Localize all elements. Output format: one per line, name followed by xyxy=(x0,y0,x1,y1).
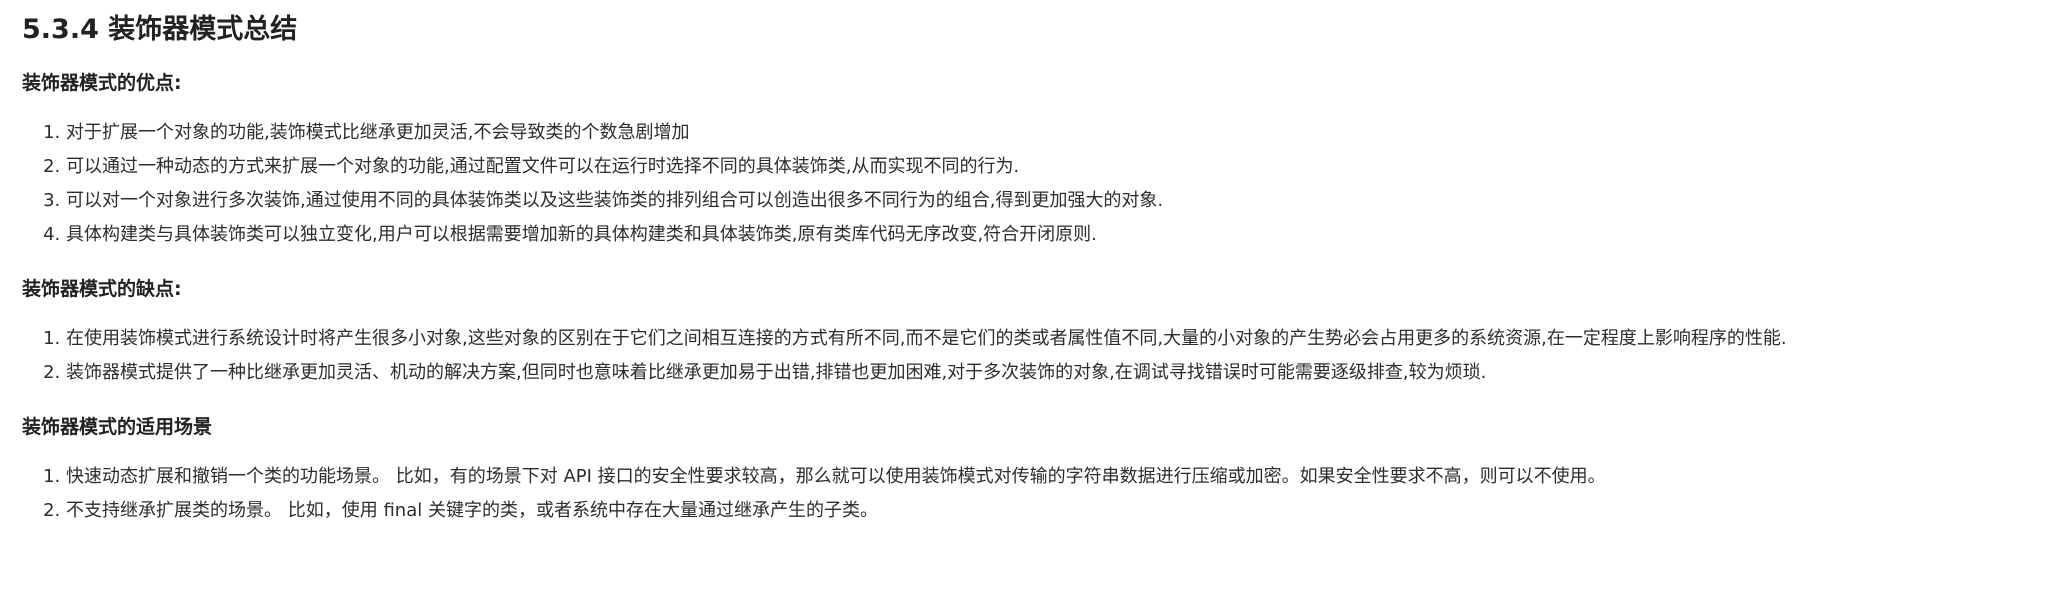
section-heading-advantages: 装饰器模式的优点: xyxy=(22,72,182,94)
list-item: 可以通过一种动态的方式来扩展一个对象的功能,通过配置文件可以在运行时选择不同的具… xyxy=(66,150,2044,184)
list-item: 快速动态扩展和撤销一个类的功能场景。 比如，有的场景下对 API 接口的安全性要… xyxy=(66,460,2044,494)
advantages-list: 对于扩展一个对象的功能,装饰模式比继承更加灵活,不会导致类的个数急剧增加 可以通… xyxy=(22,116,2044,252)
list-item: 可以对一个对象进行多次装饰,通过使用不同的具体装饰类以及这些装饰类的排列组合可以… xyxy=(66,184,2044,218)
use-cases-list: 快速动态扩展和撤销一个类的功能场景。 比如，有的场景下对 API 接口的安全性要… xyxy=(22,460,2044,528)
list-item: 装饰器模式提供了一种比继承更加灵活、机动的解决方案,但同时也意味着比继承更加易于… xyxy=(66,356,2044,390)
article: 5.3.4 装饰器模式总结 装饰器模式的优点: 对于扩展一个对象的功能,装饰模式… xyxy=(0,0,2066,599)
list-item: 对于扩展一个对象的功能,装饰模式比继承更加灵活,不会导致类的个数急剧增加 xyxy=(66,116,2044,150)
list-item: 不支持继承扩展类的场景。 比如，使用 final 关键字的类，或者系统中存在大量… xyxy=(66,494,2044,528)
page-title: 5.3.4 装饰器模式总结 xyxy=(22,14,298,45)
list-item: 具体构建类与具体装饰类可以独立变化,用户可以根据需要增加新的具体构建类和具体装饰… xyxy=(66,218,2044,252)
disadvantages-list: 在使用装饰模式进行系统设计时将产生很多小对象,这些对象的区别在于它们之间相互连接… xyxy=(22,322,2044,390)
section-heading-use-cases: 装饰器模式的适用场景 xyxy=(22,416,213,438)
section-heading-disadvantages: 装饰器模式的缺点: xyxy=(22,278,182,300)
list-item: 在使用装饰模式进行系统设计时将产生很多小对象,这些对象的区别在于它们之间相互连接… xyxy=(66,322,2044,356)
